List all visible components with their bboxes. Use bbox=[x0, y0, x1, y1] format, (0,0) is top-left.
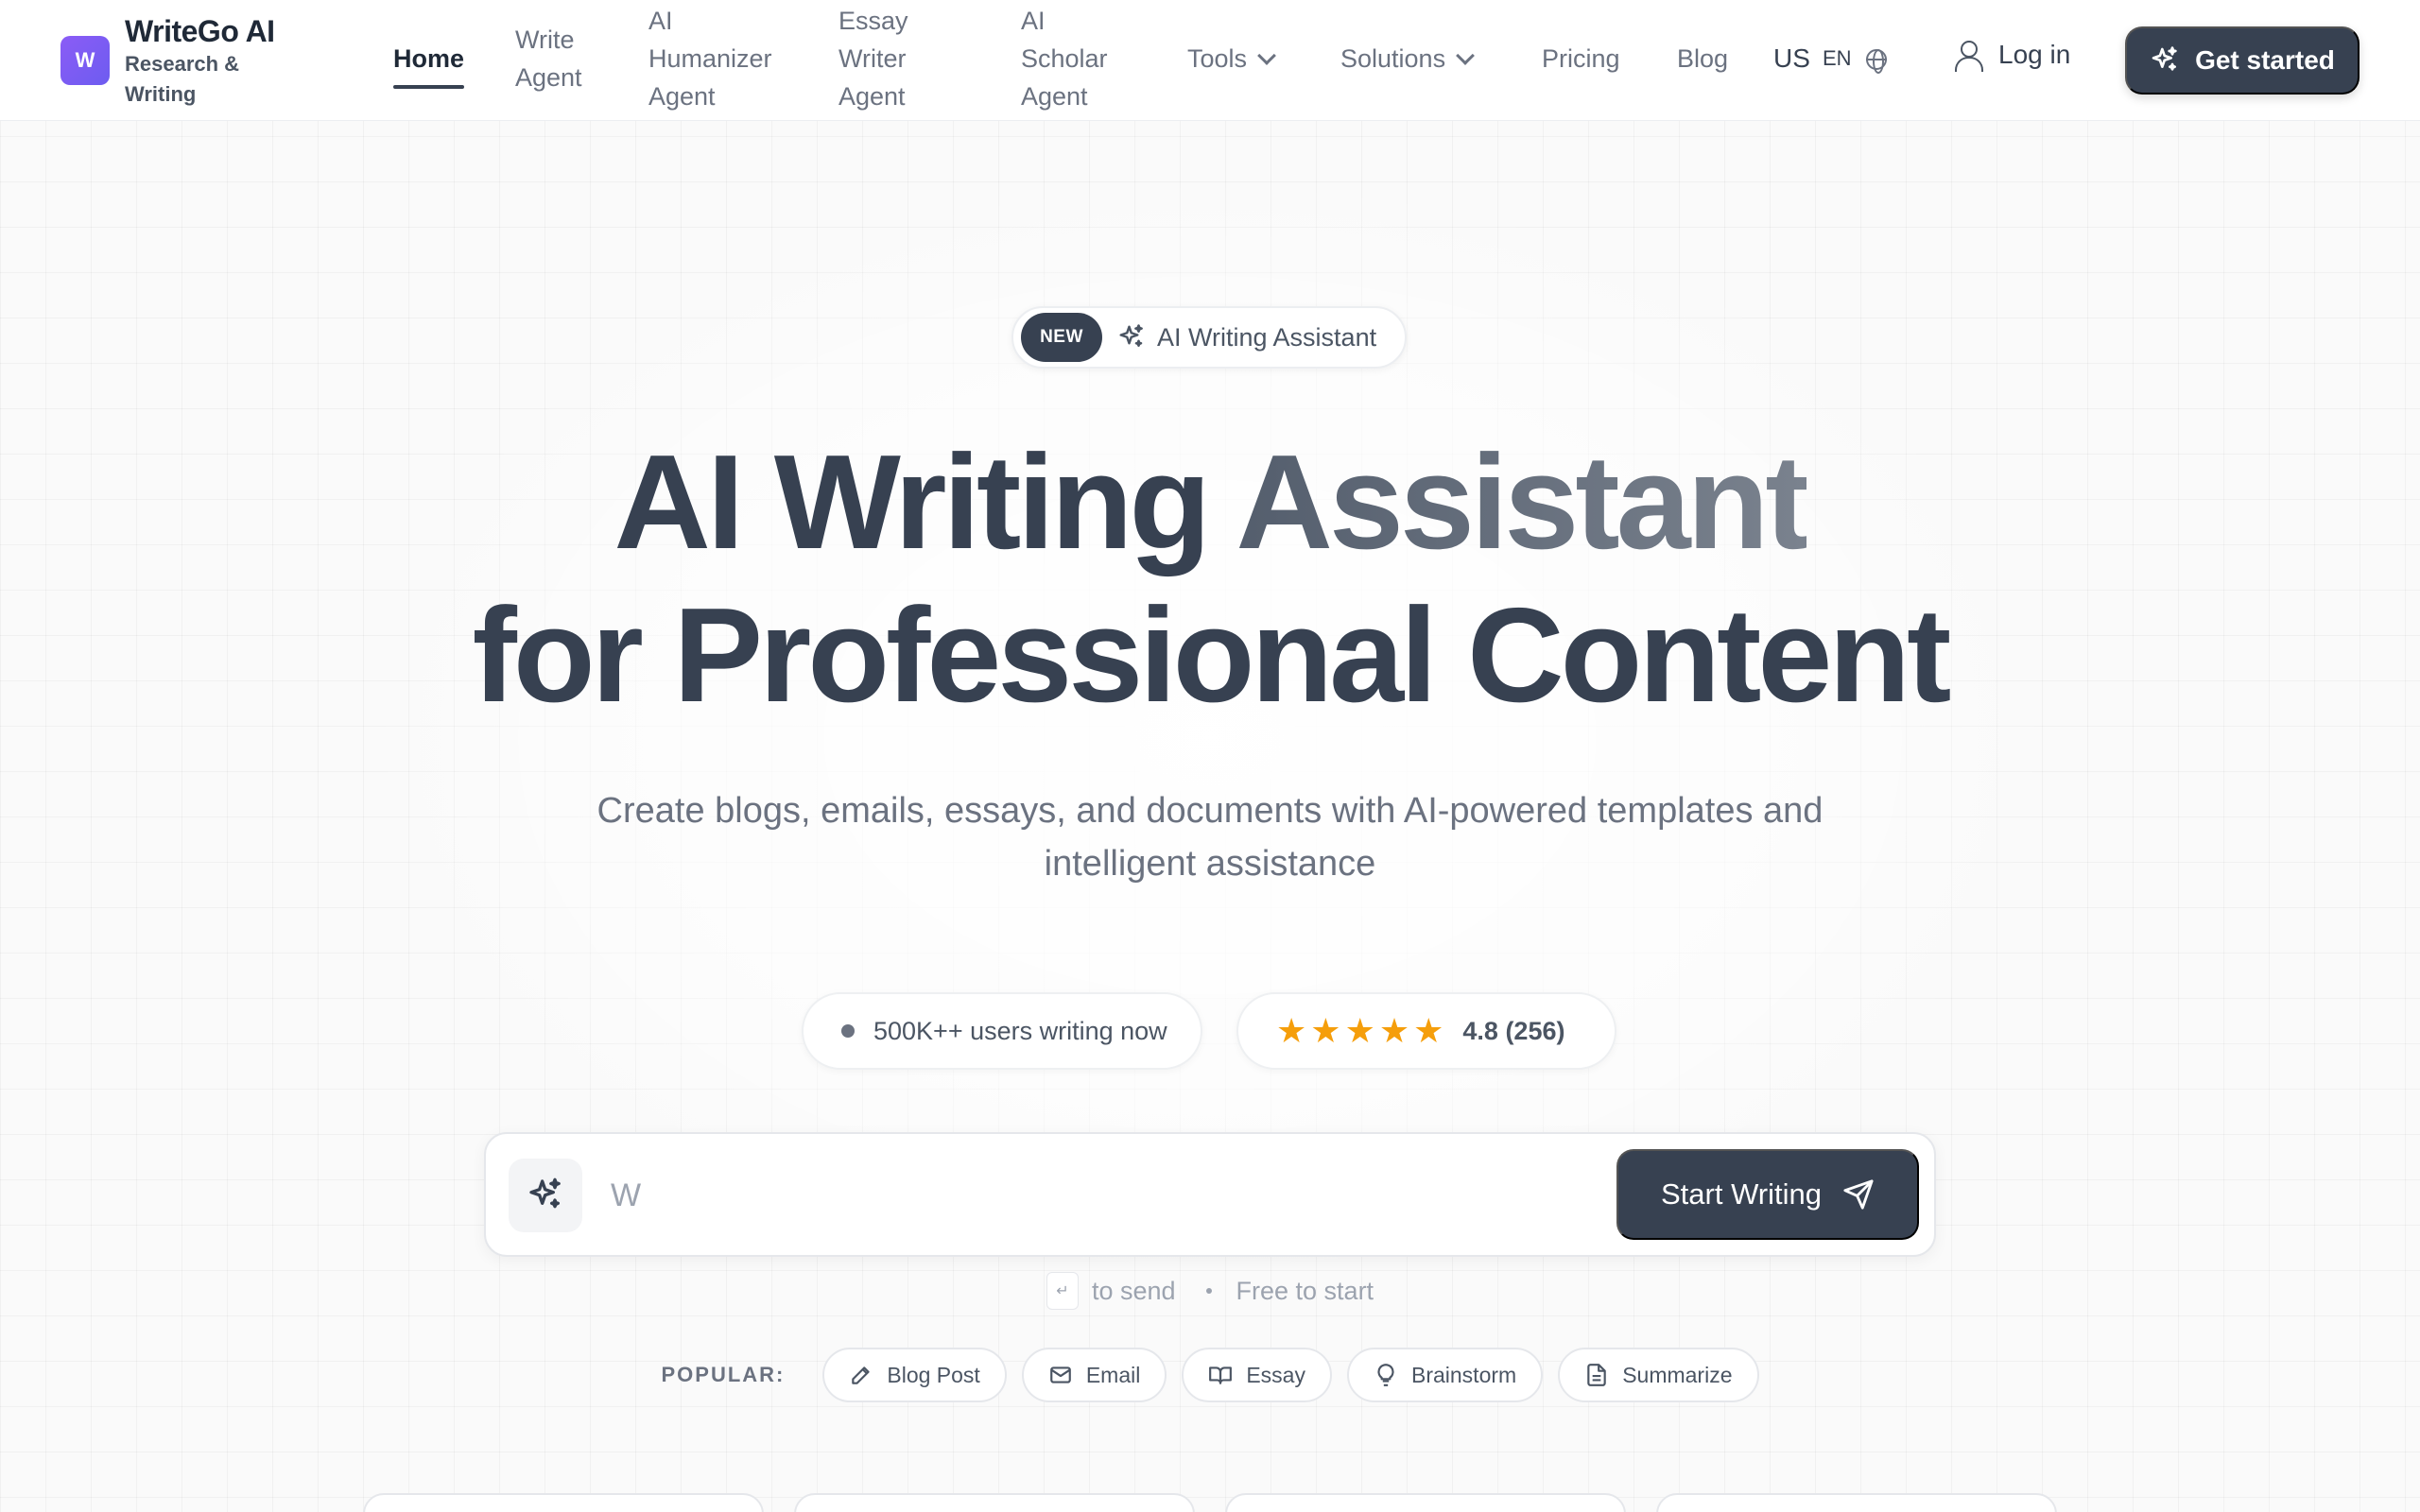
hint-send-text: to send bbox=[1091, 1276, 1176, 1305]
nav-solutions-label: Solutions bbox=[1340, 44, 1446, 73]
nav-solutions-dropdown[interactable]: Solutions bbox=[1340, 40, 1475, 77]
status-dot-icon bbox=[841, 1024, 855, 1038]
region-selector[interactable]: US bbox=[1773, 40, 1810, 77]
feature-card[interactable] bbox=[1225, 1493, 1626, 1512]
user-icon bbox=[1955, 41, 1983, 72]
document-icon bbox=[1587, 1364, 1606, 1386]
chip-essay[interactable]: Essay bbox=[1182, 1348, 1332, 1402]
nav-home[interactable]: Home bbox=[393, 40, 465, 89]
brand-title: WriteGo AI bbox=[125, 14, 275, 48]
chevron-down-icon bbox=[1257, 46, 1276, 65]
new-tag: NEW bbox=[1021, 313, 1102, 362]
nav-tools-label: Tools bbox=[1187, 44, 1248, 73]
prompt-box: Start Writing bbox=[484, 1132, 1936, 1257]
nav-blog[interactable]: Blog bbox=[1677, 40, 1728, 77]
nav-tools-dropdown[interactable]: Tools bbox=[1187, 40, 1276, 77]
globe-icon[interactable] bbox=[1866, 49, 1887, 74]
rating-pill: ★ ★ ★ ★ ★ 4.8 (256) bbox=[1236, 992, 1616, 1070]
chip-blog-post[interactable]: Blog Post bbox=[822, 1348, 1007, 1402]
users-counter-pill: 500K++ users writing now bbox=[802, 992, 1202, 1070]
sparkles-icon bbox=[529, 1177, 561, 1209]
users-counter-text: 500K++ users writing now bbox=[873, 1016, 1167, 1045]
chip-brainstorm[interactable]: Brainstorm bbox=[1346, 1348, 1544, 1402]
ai-suggest-button[interactable] bbox=[509, 1159, 582, 1232]
start-writing-button[interactable]: Start Writing bbox=[1616, 1149, 1919, 1240]
feature-card[interactable] bbox=[363, 1493, 764, 1512]
start-writing-label: Start Writing bbox=[1661, 1177, 1822, 1211]
hero-title-dark-part: AI Writing bbox=[614, 427, 1211, 577]
feature-card[interactable] bbox=[794, 1493, 1195, 1512]
hint-free-text: Free to start bbox=[1236, 1276, 1374, 1305]
book-icon bbox=[1209, 1366, 1233, 1384]
brand-text: WriteGo AI Research & Writing bbox=[125, 13, 275, 110]
sparkles-icon bbox=[1119, 324, 1143, 347]
mail-icon bbox=[1049, 1366, 1071, 1383]
nav-ai-humanizer-agent[interactable]: AI Humanizer Agent bbox=[648, 2, 790, 115]
get-started-label: Get started bbox=[2195, 45, 2335, 75]
badge-text: AI Writing Assistant bbox=[1157, 322, 1377, 352]
send-icon bbox=[1843, 1179, 1874, 1210]
nav-pricing[interactable]: Pricing bbox=[1542, 40, 1620, 77]
star-icon: ★ bbox=[1276, 1011, 1307, 1050]
hero-title-line-1: AI Writing Assistant bbox=[0, 427, 2420, 578]
chip-label: Summarize bbox=[1622, 1362, 1733, 1387]
popular-label: POPULAR: bbox=[661, 1363, 786, 1386]
login-label: Log in bbox=[1998, 40, 2071, 69]
nav-ai-scholar-agent[interactable]: AI Scholar Agent bbox=[1021, 2, 1125, 115]
separator-dot bbox=[1205, 1288, 1212, 1294]
feature-card[interactable] bbox=[1656, 1493, 2057, 1512]
hero-title-gradient-part: Assistant bbox=[1236, 427, 1809, 577]
chip-label: Blog Post bbox=[887, 1362, 980, 1387]
chip-label: Brainstorm bbox=[1410, 1362, 1517, 1387]
get-started-button[interactable]: Get started bbox=[2125, 26, 2360, 94]
rating-text: 4.8 (256) bbox=[1462, 1016, 1565, 1045]
announcement-badge[interactable]: NEW AI Writing Assistant bbox=[1011, 306, 1407, 369]
brand-logo[interactable]: W WriteGo AI Research & Writing bbox=[60, 13, 275, 110]
language-selector[interactable]: EN bbox=[1823, 43, 1852, 74]
prompt-hint: ↵ to send Free to start bbox=[0, 1272, 2420, 1310]
chip-summarize[interactable]: Summarize bbox=[1558, 1348, 1759, 1402]
star-icon: ★ bbox=[1310, 1011, 1341, 1050]
chip-email[interactable]: Email bbox=[1021, 1348, 1167, 1402]
prompt-input[interactable] bbox=[611, 1162, 1556, 1228]
pencil-icon bbox=[852, 1366, 871, 1384]
chevron-down-icon bbox=[1456, 46, 1475, 65]
popular-templates: POPULAR: Blog Post Email Essay Brainstor… bbox=[0, 1348, 2420, 1402]
brand-subtitle: Research & Writing bbox=[125, 52, 240, 106]
star-icon: ★ bbox=[1413, 1011, 1444, 1050]
lightbulb-icon bbox=[1377, 1364, 1394, 1386]
sparkles-icon bbox=[2152, 46, 2177, 71]
top-navigation: W WriteGo AI Research & Writing Home Wri… bbox=[0, 0, 2420, 121]
hero-title-line-2: for Professional Content bbox=[472, 580, 1952, 730]
nav-essay-writer-agent[interactable]: Essay Writer Agent bbox=[838, 2, 942, 115]
enter-key-icon: ↵ bbox=[1046, 1272, 1079, 1310]
star-icon: ★ bbox=[1344, 1011, 1375, 1050]
chip-label: Essay bbox=[1246, 1362, 1305, 1387]
login-link[interactable]: Log in bbox=[1955, 40, 2071, 72]
logo-mark-icon: W bbox=[60, 36, 110, 85]
hero-subtitle: Create blogs, emails, essays, and docume… bbox=[596, 791, 1824, 884]
star-icon: ★ bbox=[1378, 1011, 1410, 1050]
chip-label: Email bbox=[1085, 1362, 1141, 1387]
nav-write-agent[interactable]: Write Agent bbox=[515, 21, 600, 96]
